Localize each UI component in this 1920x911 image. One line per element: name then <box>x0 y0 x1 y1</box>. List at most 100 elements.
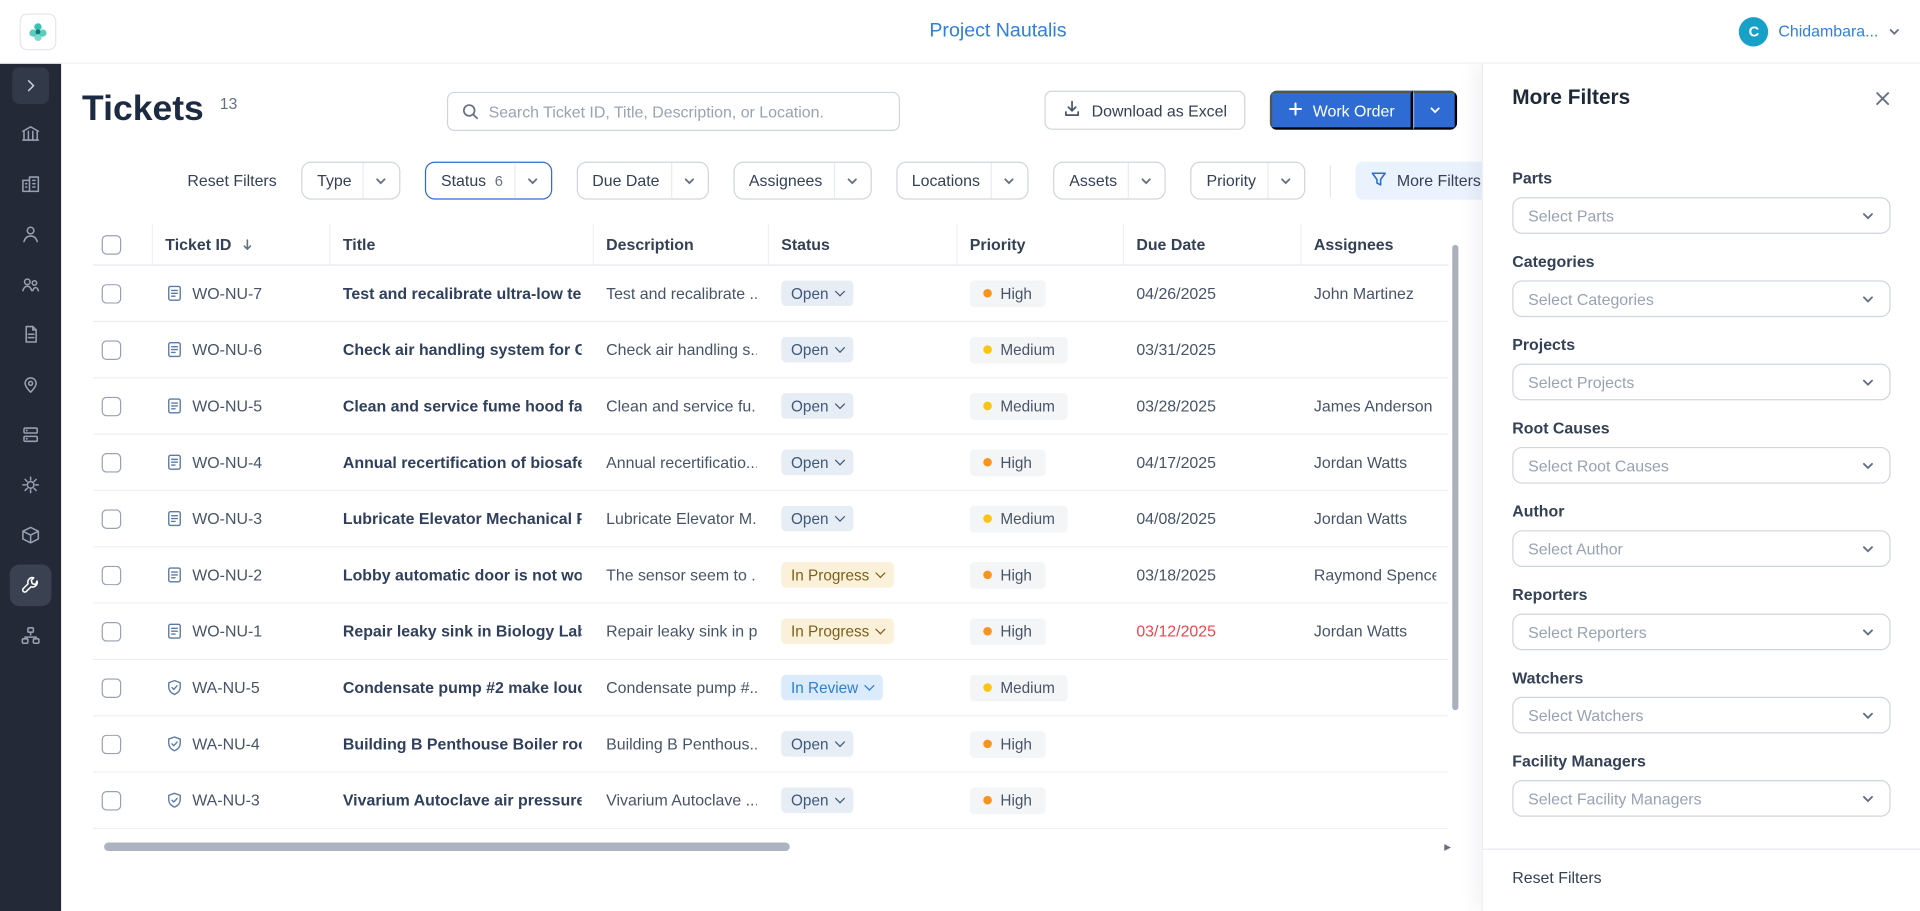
header-due-date: Due Date <box>1136 235 1205 253</box>
status-dropdown[interactable]: Open <box>781 337 853 363</box>
categories-select[interactable]: Select Categories <box>1512 280 1890 317</box>
root-causes-select[interactable]: Select Root Causes <box>1512 447 1890 484</box>
sidebar-item-inventory[interactable] <box>10 514 52 556</box>
select-all-checkbox[interactable] <box>102 234 122 254</box>
table-row[interactable]: WO-NU-7 Test and recalibrate ultra-low t… <box>93 266 1449 322</box>
work-order-dropdown-button[interactable] <box>1413 91 1457 130</box>
filter-chip-locations[interactable]: Locations <box>896 162 1029 200</box>
panel-reset-filters-button[interactable]: Reset Filters <box>1512 868 1601 886</box>
row-checkbox[interactable] <box>102 565 122 585</box>
filter-chip-type[interactable]: Type <box>301 162 400 200</box>
row-checkbox[interactable] <box>102 734 122 754</box>
ticket-title-link[interactable]: Lubricate Elevator Mechanical Par... <box>343 509 582 527</box>
facility-managers-select[interactable]: Select Facility Managers <box>1512 780 1890 817</box>
select-placeholder: Select Root Causes <box>1528 456 1669 474</box>
priority-label: Medium <box>1000 510 1054 527</box>
download-excel-button[interactable]: Download as Excel <box>1044 91 1246 130</box>
status-dropdown[interactable]: Open <box>781 506 853 532</box>
status-dropdown[interactable]: In Progress <box>781 562 894 588</box>
vertical-scrollbar-thumb[interactable] <box>1452 245 1458 710</box>
sidebar-item-maintenance[interactable] <box>10 564 52 606</box>
status-dropdown[interactable]: Open <box>781 731 853 757</box>
chevron-down-icon <box>1861 708 1874 721</box>
author-select[interactable]: Select Author <box>1512 530 1890 567</box>
chevron-down-icon <box>833 163 870 199</box>
priority-badge: Medium <box>970 674 1069 701</box>
table-row[interactable]: WO-NU-4 Annual recertification of biosaf… <box>93 435 1449 491</box>
table-row[interactable]: WO-NU-2 Lobby automatic door is not work… <box>93 547 1449 603</box>
filter-chip-assets[interactable]: Assets <box>1053 162 1166 200</box>
status-dropdown[interactable]: Open <box>781 787 853 813</box>
table-row[interactable]: WO-NU-3 Lubricate Elevator Mechanical Pa… <box>93 491 1449 547</box>
more-filters-button[interactable]: More Filters <box>1355 162 1495 200</box>
ticket-title-link[interactable]: Annual recertification of biosafety... <box>343 453 582 471</box>
status-dropdown[interactable]: In Review <box>781 675 882 701</box>
sidebar-item-buildings[interactable] <box>10 113 52 155</box>
filter-chip-due-date[interactable]: Due Date <box>576 162 708 200</box>
watchers-select[interactable]: Select Watchers <box>1512 697 1890 734</box>
ticket-title-link[interactable]: Clean and service fume hood fans <box>343 397 582 415</box>
ticket-title-link[interactable]: Test and recalibrate ultra-low tem... <box>343 284 582 302</box>
sidebar-item-people[interactable] <box>10 213 52 255</box>
work-order-button[interactable]: Work Order <box>1270 91 1413 130</box>
more-filters-label: More Filters <box>1397 171 1481 189</box>
search-input[interactable] <box>489 102 886 120</box>
status-dropdown[interactable]: Open <box>781 280 853 306</box>
sort-descending-icon[interactable] <box>240 237 255 252</box>
sidebar-expand-button[interactable] <box>12 67 49 104</box>
close-icon[interactable] <box>1875 90 1891 106</box>
status-label: Open <box>791 735 828 752</box>
ticket-title-link[interactable]: Lobby automatic door is not worki... <box>343 566 582 584</box>
table-row[interactable]: WA-NU-3 Vivarium Autoclave air pressure … <box>93 773 1449 829</box>
ticket-title-link[interactable]: Condensate pump #2 make loud n... <box>343 678 582 696</box>
row-checkbox[interactable] <box>102 452 122 472</box>
table-row[interactable]: WA-NU-4 Building B Penthouse Boiler room… <box>93 716 1449 772</box>
scroll-right-arrow[interactable]: ▸ <box>1444 839 1451 855</box>
filter-chip-status[interactable]: Status 6 <box>425 162 552 200</box>
chevron-down-icon <box>1128 163 1165 199</box>
reporters-select[interactable]: Select Reporters <box>1512 613 1890 650</box>
row-checkbox[interactable] <box>102 621 122 641</box>
row-checkbox[interactable] <box>102 283 122 303</box>
user-menu[interactable]: C Chidambara... <box>1739 17 1900 46</box>
download-excel-label: Download as Excel <box>1092 101 1227 119</box>
table-row[interactable]: WO-NU-5 Clean and service fume hood fans… <box>93 378 1449 434</box>
sidebar-item-assets[interactable] <box>10 414 52 456</box>
filter-chip-assignees[interactable]: Assignees <box>733 162 871 200</box>
table-row[interactable]: WO-NU-1 Repair leaky sink in Biology Lab… <box>93 604 1449 660</box>
row-checkbox[interactable] <box>102 340 122 360</box>
ticket-title-link[interactable]: Vivarium Autoclave air pressure le... <box>343 791 582 809</box>
project-title: Project Nautalis <box>929 20 1066 42</box>
table-row[interactable]: WA-NU-5 Condensate pump #2 make loud n..… <box>93 660 1449 716</box>
assignee-name: Jordan Watts <box>1314 509 1407 527</box>
status-dropdown[interactable]: Open <box>781 393 853 419</box>
sidebar-item-teams[interactable] <box>10 263 52 305</box>
reset-filters-button[interactable]: Reset Filters <box>187 171 276 189</box>
row-checkbox[interactable] <box>102 396 122 416</box>
sidebar-item-documents[interactable] <box>10 313 52 355</box>
ticket-title-link[interactable]: Check air handling system for GM... <box>343 340 582 358</box>
ticket-title-link[interactable]: Building B Penthouse Boiler room,... <box>343 735 582 753</box>
ticket-description: Repair leaky sink in p... <box>606 622 757 640</box>
parts-select[interactable]: Select Parts <box>1512 197 1890 234</box>
ticket-title-link[interactable]: Repair leaky sink in Biology Lab <box>343 622 582 640</box>
status-dropdown[interactable]: In Progress <box>781 618 894 644</box>
horizontal-scrollbar[interactable]: ▸ <box>93 842 1449 852</box>
group-label: Watchers <box>1512 669 1890 687</box>
app-logo[interactable] <box>20 13 57 50</box>
horizontal-scrollbar-thumb[interactable] <box>104 842 790 851</box>
sidebar-item-settings[interactable] <box>10 464 52 506</box>
row-checkbox[interactable] <box>102 509 122 529</box>
row-checkbox[interactable] <box>102 678 122 698</box>
priority-badge: High <box>970 618 1046 645</box>
select-placeholder: Select Categories <box>1528 290 1654 308</box>
filter-chip-priority[interactable]: Priority <box>1191 162 1305 200</box>
sidebar-item-locations[interactable] <box>10 364 52 406</box>
table-row[interactable]: WO-NU-6 Check air handling system for GM… <box>93 322 1449 378</box>
sidebar-item-portfolio[interactable] <box>10 163 52 205</box>
status-dropdown[interactable]: Open <box>781 449 853 475</box>
work-order-icon <box>165 566 183 584</box>
row-checkbox[interactable] <box>102 790 122 810</box>
projects-select[interactable]: Select Projects <box>1512 364 1890 401</box>
sidebar-item-hierarchy[interactable] <box>10 615 52 657</box>
